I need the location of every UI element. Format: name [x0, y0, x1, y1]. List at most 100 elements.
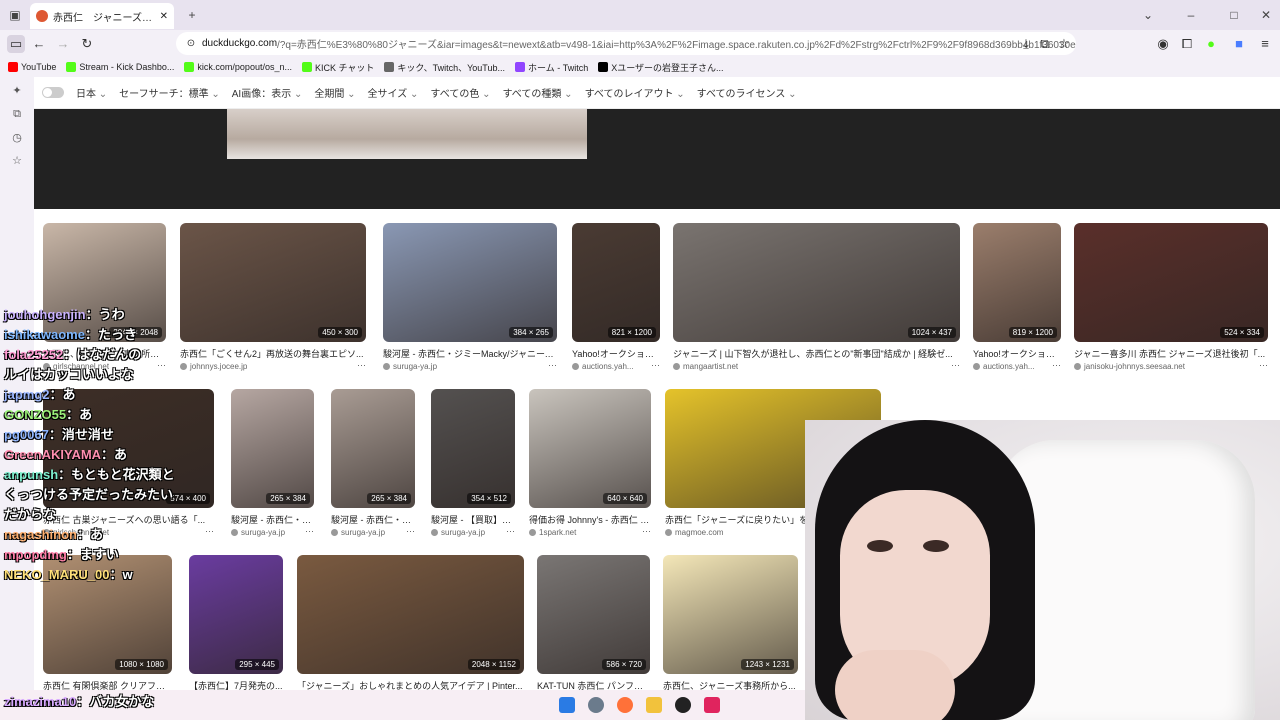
image-result-card[interactable]: 586 × 720 KAT-TUN 赤西仁 パンフレ...: [537, 555, 650, 706]
filter-dropdown[interactable]: 日本: [76, 85, 107, 100]
result-source[interactable]: suruga-ya.jp: [231, 528, 298, 537]
result-source[interactable]: mangaartist.net: [673, 362, 944, 371]
more-options-icon[interactable]: ···: [406, 526, 415, 536]
tab-active[interactable]: 赤西仁 ジャニーズ at DuckDuckGo ✕: [30, 3, 174, 29]
filter-dropdown[interactable]: 全期間: [314, 85, 355, 100]
account-icon[interactable]: ◉: [1154, 35, 1172, 53]
start-icon[interactable]: [559, 697, 575, 713]
result-caption[interactable]: 駿河屋 - 赤西仁・ジミーMacky/ジャニーズ...: [383, 347, 557, 360]
forward-icon[interactable]: →: [54, 35, 72, 53]
result-thumbnail[interactable]: 640 × 640: [529, 389, 651, 508]
kick-extension-icon[interactable]: ●: [1202, 35, 1220, 53]
result-source[interactable]: auctions.yah...: [973, 362, 1045, 371]
back-icon[interactable]: ←: [30, 35, 48, 53]
result-thumbnail[interactable]: 2048 × 1152: [297, 555, 524, 674]
firefox-icon[interactable]: [617, 697, 633, 713]
download-icon[interactable]: ⤓: [1017, 35, 1035, 53]
result-source[interactable]: auctions.yah...: [572, 362, 644, 371]
image-result-card[interactable]: 354 × 512 駿河屋 - 【買取】ジ... suruga-ya.jp ···: [431, 389, 515, 540]
more-options-icon[interactable]: ···: [357, 360, 366, 370]
more-options-icon[interactable]: ···: [305, 526, 314, 536]
sidebar-toggle-icon[interactable]: ▭: [7, 35, 25, 53]
bookmark-item[interactable]: Xユーザーの岩登王子さん...: [598, 61, 724, 74]
result-thumbnail[interactable]: 354 × 512: [431, 389, 515, 508]
new-tab-icon[interactable]: +: [184, 7, 200, 23]
bookmark-item[interactable]: KICK チャット: [301, 61, 374, 74]
result-caption[interactable]: Yahoo!オークション...: [973, 347, 1061, 360]
more-options-icon[interactable]: ···: [506, 526, 515, 536]
filter-dropdown[interactable]: すべての色: [430, 85, 490, 100]
result-source[interactable]: janisoku-johnnys.seesaa.net: [1074, 362, 1252, 371]
result-source[interactable]: suruga-ya.jp: [331, 528, 399, 537]
result-thumbnail[interactable]: 819 × 1200: [973, 223, 1061, 342]
result-thumbnail[interactable]: 524 × 334: [1074, 223, 1268, 342]
result-source[interactable]: suruga-ya.jp: [383, 362, 541, 371]
result-caption[interactable]: Yahoo!オークション...: [572, 347, 660, 360]
filter-dropdown[interactable]: AI画像：表示: [232, 85, 303, 100]
result-thumbnail[interactable]: 821 × 1200: [572, 223, 660, 342]
image-result-card[interactable]: 265 × 384 駿河屋 - 赤西仁・山... suruga-ya.jp ···: [231, 389, 314, 540]
bookmarks-icon[interactable]: ☆: [9, 154, 25, 170]
filter-dropdown[interactable]: すべてのレイアウト: [585, 85, 685, 100]
file-explorer-icon[interactable]: [646, 697, 662, 713]
image-result-card[interactable]: 384 × 265 駿河屋 - 赤西仁・ジミーMacky/ジャニーズ... suru…: [383, 223, 557, 374]
close-tab-icon[interactable]: ✕: [160, 11, 168, 22]
bookmark-item[interactable]: ホーム - Twitch: [514, 61, 588, 74]
chevron-down-icon[interactable]: ⌄: [1140, 7, 1156, 23]
extension-icon[interactable]: ■: [1230, 35, 1248, 53]
app-icon[interactable]: [704, 697, 720, 713]
extensions-icon[interactable]: ⧠: [1178, 35, 1196, 53]
menu-icon[interactable]: ≡: [1256, 35, 1274, 53]
history-icon[interactable]: ◷: [9, 131, 25, 147]
result-source[interactable]: suruga-ya.jp: [431, 528, 499, 537]
filter-dropdown[interactable]: 全サイズ: [368, 85, 419, 100]
filter-dropdown[interactable]: セーフサーチ：標準: [119, 85, 220, 100]
translate-icon[interactable]: ⧉: [1036, 35, 1054, 53]
image-result-card[interactable]: 640 × 640 得価お得 Johnny's - 赤西仁 Ji... 1spark…: [529, 389, 651, 540]
image-result-card[interactable]: 1243 × 1231 赤西仁、ジャニーズ事務所から...: [663, 555, 798, 706]
bookmark-item[interactable]: Stream - Kick Dashbo...: [66, 62, 174, 72]
more-options-icon[interactable]: ···: [642, 526, 651, 536]
minimize-icon[interactable]: –: [1183, 7, 1199, 23]
result-source[interactable]: 1spark.net: [529, 528, 635, 537]
result-thumbnail[interactable]: 265 × 384: [331, 389, 415, 508]
result-caption[interactable]: ジャニー喜多川 赤西仁 ジャニーズ退社後初「...: [1074, 347, 1268, 360]
filter-dropdown[interactable]: すべてのライセンス: [697, 85, 797, 100]
image-result-card[interactable]: 524 × 334 ジャニー喜多川 赤西仁 ジャニーズ退社後初「... janiso…: [1074, 223, 1268, 374]
sync-tabs-icon[interactable]: ⧉: [9, 108, 25, 124]
region-toggle[interactable]: [42, 87, 64, 98]
reload-icon[interactable]: ↻: [78, 35, 96, 53]
image-result-card[interactable]: 1024 × 437 ジャニーズ | 山下智久が退社し、赤西仁との"新事団"結成か…: [673, 223, 960, 374]
result-thumbnail[interactable]: 586 × 720: [537, 555, 650, 674]
result-thumbnail[interactable]: 265 × 384: [231, 389, 314, 508]
address-bar[interactable]: duckduckgo.com /?q=赤西仁%E3%80%80ジャニーズ&iar…: [176, 32, 1076, 55]
image-result-card[interactable]: 819 × 1200 Yahoo!オークション... auctions.yah...…: [973, 223, 1061, 374]
bookmark-star-icon[interactable]: ☆: [1055, 35, 1073, 53]
site-info-icon[interactable]: ⊙: [182, 35, 200, 53]
filter-dropdown[interactable]: すべての種類: [503, 85, 573, 100]
tab-list-icon[interactable]: ▣: [7, 7, 23, 23]
close-window-icon[interactable]: ✕: [1258, 7, 1274, 23]
result-caption[interactable]: 駿河屋 - 赤西仁・山...: [331, 513, 415, 526]
result-caption[interactable]: 得価お得 Johnny's - 赤西仁 Ji...: [529, 513, 651, 526]
more-options-icon[interactable]: ···: [1259, 360, 1268, 370]
result-thumbnail[interactable]: 1243 × 1231: [663, 555, 798, 674]
result-caption[interactable]: ジャニーズ | 山下智久が退社し、赤西仁との"新事団"結成か | 経験ゼ...: [673, 347, 960, 360]
more-options-icon[interactable]: ···: [951, 360, 960, 370]
bookmark-item[interactable]: kick.com/popout/os_n...: [184, 62, 292, 72]
maximize-icon[interactable]: □: [1226, 7, 1242, 23]
settings-icon[interactable]: [588, 697, 604, 713]
preview-image[interactable]: [227, 109, 587, 159]
ai-sparkle-icon[interactable]: ✦: [9, 84, 25, 100]
result-thumbnail[interactable]: 1024 × 437: [673, 223, 960, 342]
more-options-icon[interactable]: ···: [1052, 360, 1061, 370]
image-result-card[interactable]: 821 × 1200 Yahoo!オークション... auctions.yah...…: [572, 223, 660, 374]
image-result-card[interactable]: 265 × 384 駿河屋 - 赤西仁・山... suruga-ya.jp ···: [331, 389, 415, 540]
result-caption[interactable]: 駿河屋 - 赤西仁・山...: [231, 513, 314, 526]
obs-icon[interactable]: [675, 697, 691, 713]
result-caption[interactable]: 駿河屋 - 【買取】ジ...: [431, 513, 515, 526]
bookmark-item[interactable]: YouTube: [8, 62, 56, 72]
result-thumbnail[interactable]: 384 × 265: [383, 223, 557, 342]
bookmark-item[interactable]: キック、Twitch、YouTub...: [384, 61, 505, 74]
more-options-icon[interactable]: ···: [651, 360, 660, 370]
